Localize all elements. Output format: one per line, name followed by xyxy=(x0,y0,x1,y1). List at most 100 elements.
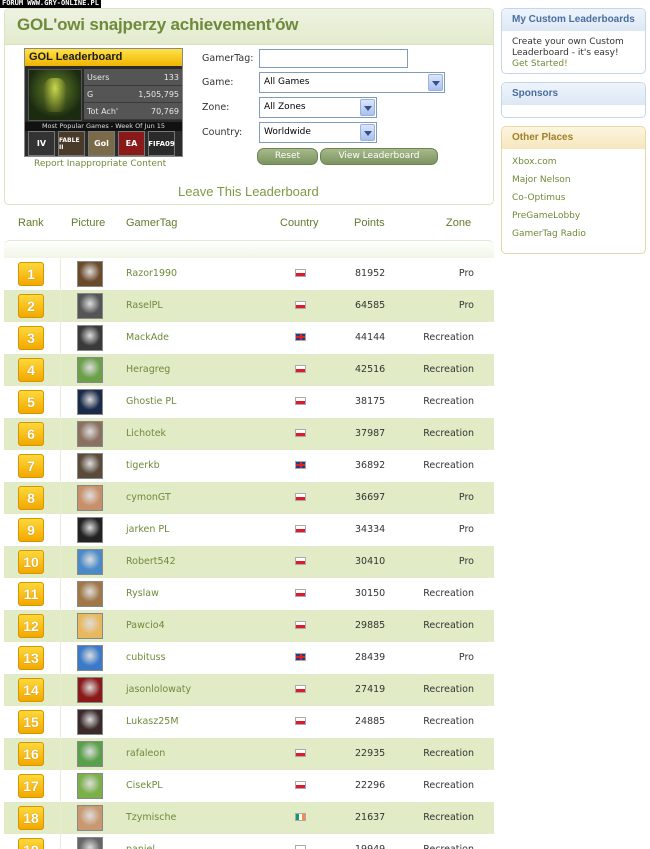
leaderboard-card-title: GOL Leaderboard xyxy=(25,49,182,66)
game-tile[interactable]: IV xyxy=(28,131,55,156)
gamer-picture[interactable] xyxy=(77,741,103,767)
country-flag-icon xyxy=(295,589,306,597)
gamertag-link[interactable]: Lichotek xyxy=(126,428,166,439)
rank-badge: 2 xyxy=(18,294,44,318)
game-label: Game: xyxy=(202,77,234,88)
country-select[interactable]: Worldwide xyxy=(259,122,377,143)
gamertag-link[interactable]: cymonGT xyxy=(126,492,171,503)
gamer-picture[interactable] xyxy=(77,389,103,415)
zone-select[interactable]: All Zones xyxy=(259,97,377,118)
gamer-picture[interactable] xyxy=(77,613,103,639)
gamertag-link[interactable]: Lukasz25M xyxy=(126,716,179,727)
get-started-link[interactable]: Get Started! xyxy=(512,59,635,70)
report-content-link[interactable]: Report Inappropriate Content xyxy=(34,159,166,169)
column-header-rank: Rank xyxy=(18,217,44,229)
gamer-picture[interactable] xyxy=(77,485,103,511)
gamer-picture[interactable] xyxy=(77,453,103,479)
game-select[interactable]: All Games xyxy=(259,72,445,93)
gamer-picture[interactable] xyxy=(77,549,103,575)
game-tile[interactable]: FIFA09 xyxy=(148,131,175,156)
table-header-rule xyxy=(4,240,494,258)
gamertag-link[interactable]: Pawcio4 xyxy=(126,620,165,631)
stat-value: 1,505,795 xyxy=(138,90,179,99)
zone-value: Pro xyxy=(458,300,474,311)
gamertag-link[interactable]: RaselPL xyxy=(126,300,163,311)
gamertag-link[interactable]: MackAde xyxy=(126,332,169,343)
country-flag-icon xyxy=(295,685,306,693)
other-places-title: Other Places xyxy=(502,127,645,149)
gamertag-link[interactable]: Robert542 xyxy=(126,556,176,567)
gamer-picture[interactable] xyxy=(77,293,103,319)
table-row: 3 MackAde 44144 Recreation xyxy=(4,322,494,354)
chevron-down-icon[interactable] xyxy=(428,74,443,91)
gamertag-input[interactable] xyxy=(259,49,408,68)
game-tile[interactable]: FABLE II xyxy=(58,131,85,156)
table-row: 17 CisekPL 22296 Recreation xyxy=(4,770,494,802)
table-row: 4 Heragreg 42516 Recreation xyxy=(4,354,494,386)
gamer-picture[interactable] xyxy=(77,581,103,607)
leaderboard-card[interactable]: GOL Leaderboard Users 133 G 1,505,795 Tot … xyxy=(24,48,183,157)
other-place-link[interactable]: Xbox.com xyxy=(512,153,635,171)
points-value: 36892 xyxy=(355,460,386,471)
gamer-picture[interactable] xyxy=(77,837,103,849)
chevron-down-icon[interactable] xyxy=(360,124,375,141)
points-value: 64585 xyxy=(355,300,386,311)
view-leaderboard-button[interactable]: View Leaderboard xyxy=(320,148,438,165)
points-value: 37987 xyxy=(355,428,386,439)
gamer-picture[interactable] xyxy=(77,261,103,287)
sponsors-title: Sponsors xyxy=(502,83,645,105)
other-place-link[interactable]: Co-Optimus xyxy=(512,189,635,207)
rank-badge: 10 xyxy=(18,550,44,574)
other-place-link[interactable]: GamerTag Radio xyxy=(512,225,635,243)
points-value: 44144 xyxy=(355,332,386,343)
country-flag-icon xyxy=(295,813,306,821)
stat-gamerscore: G 1,505,795 xyxy=(84,86,182,103)
zone-value: Recreation xyxy=(423,684,474,695)
chevron-down-icon[interactable] xyxy=(360,99,375,116)
rank-badge: 11 xyxy=(18,582,44,606)
gamertag-link[interactable]: tigerkb xyxy=(126,460,160,471)
other-place-link[interactable]: Major Nelson xyxy=(512,171,635,189)
gamertag-link[interactable]: Heragreg xyxy=(126,364,170,375)
rank-badge: 16 xyxy=(18,742,44,766)
gamertag-label: GamerTag: xyxy=(202,53,254,64)
gamertag-link[interactable]: cubituss xyxy=(126,652,166,663)
gamertag-link[interactable]: jarken PL xyxy=(126,524,169,535)
gamertag-link[interactable]: Razor1990 xyxy=(126,268,177,279)
zone-value: Recreation xyxy=(423,812,474,823)
game-tile[interactable]: Gol xyxy=(88,131,115,156)
custom-leaderboards-body: Create your own Custom Leaderboard - it'… xyxy=(502,31,645,73)
gamertag-link[interactable]: rafaleon xyxy=(126,748,165,759)
table-row: 14 jasonlolowaty 27419 Recreation xyxy=(4,674,494,706)
points-value: 19949 xyxy=(355,844,385,849)
country-flag-icon xyxy=(295,717,306,725)
reset-button[interactable]: Reset xyxy=(257,148,318,165)
gamertag-link[interactable]: CisekPL xyxy=(126,780,163,791)
country-flag-icon xyxy=(295,749,306,757)
table-row: 9 jarken PL 34334 Pro xyxy=(4,514,494,546)
gamertag-link[interactable]: paniel xyxy=(126,844,155,849)
other-place-link[interactable]: PreGameLobby xyxy=(512,207,635,225)
gamer-picture[interactable] xyxy=(77,325,103,351)
gamer-picture[interactable] xyxy=(77,421,103,447)
points-value: 30410 xyxy=(355,556,386,567)
gamer-picture[interactable] xyxy=(77,805,103,831)
table-row: 16 rafaleon 22935 Recreation xyxy=(4,738,494,770)
leave-leaderboard-link[interactable]: Leave This Leaderboard xyxy=(178,184,319,199)
gamer-picture[interactable] xyxy=(77,357,103,383)
gamer-picture[interactable] xyxy=(77,517,103,543)
country-flag-icon xyxy=(295,269,306,277)
gamertag-link[interactable]: Tzymische xyxy=(126,812,176,823)
zone-value: Pro xyxy=(458,524,474,535)
gamer-picture[interactable] xyxy=(77,645,103,671)
gamer-picture[interactable] xyxy=(77,677,103,703)
rank-badge: 15 xyxy=(18,710,44,734)
gamertag-link[interactable]: jasonlolowaty xyxy=(126,684,191,695)
stat-label: Tot Ach' xyxy=(87,107,119,116)
gamer-picture[interactable] xyxy=(77,773,103,799)
zone-value: Recreation xyxy=(423,396,474,407)
gamertag-link[interactable]: Ghostie PL xyxy=(126,396,176,407)
gamertag-link[interactable]: Ryslaw xyxy=(126,588,159,599)
game-tile[interactable]: EA xyxy=(118,131,145,156)
gamer-picture[interactable] xyxy=(77,709,103,735)
